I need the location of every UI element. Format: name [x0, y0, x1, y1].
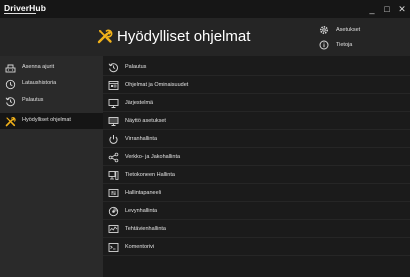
- list-item-control-panel[interactable]: Hallintapaneeli: [103, 184, 410, 202]
- close-button[interactable]: ✕: [396, 3, 408, 15]
- minimize-button[interactable]: _: [366, 3, 378, 15]
- list-item-restore[interactable]: Palautus: [103, 58, 410, 76]
- control-panel-icon: [107, 187, 119, 199]
- system-monitor-icon: [107, 97, 119, 109]
- list-item-label: Levynhallinta: [125, 208, 158, 214]
- list-item-network-sharing[interactable]: Verkko- ja Jakohallinta: [103, 148, 410, 166]
- sidebar-item-label: Lataushistoria: [22, 80, 57, 86]
- list-item-computer-management[interactable]: Tietokoneen Hallinta: [103, 166, 410, 184]
- page-title: Hyödylliset ohjelmat: [117, 28, 251, 45]
- sidebar-item-download-history[interactable]: Lataushistoria: [0, 76, 103, 92]
- task-manager-icon: [107, 223, 119, 235]
- install-drivers-icon: [4, 62, 16, 74]
- tools-icon: [97, 28, 113, 44]
- sidebar: Asenna ajurit Lataushistoria Palautus Hy…: [0, 56, 103, 277]
- header: Hyödylliset ohjelmat Asetukset Tietoja: [0, 18, 410, 56]
- list-item-label: Virranhallinta: [125, 136, 158, 142]
- list-item-label: Ohjelmat ja Ominaisuudet: [125, 82, 189, 88]
- sidebar-item-label: Palautus: [22, 97, 44, 103]
- network-icon: [107, 151, 119, 163]
- maximize-button[interactable]: □: [381, 3, 393, 15]
- power-icon: [107, 133, 119, 145]
- list-item-command-prompt[interactable]: Komentorivi: [103, 238, 410, 256]
- disk-icon: [107, 205, 119, 217]
- computer-management-icon: [107, 169, 119, 181]
- list-item-disk-management[interactable]: Levynhallinta: [103, 202, 410, 220]
- sidebar-item-label: Hyödylliset ohjelmat: [22, 117, 71, 123]
- command-prompt-icon: [107, 241, 119, 253]
- display-icon: [107, 115, 119, 127]
- list-item-system[interactable]: Järjestelmä: [103, 94, 410, 112]
- list-item-display-settings[interactable]: Näyttö asetukset: [103, 112, 410, 130]
- utilities-list: Palautus Ohjelmat ja Ominaisuudet Järjes…: [103, 56, 410, 277]
- list-item-label: Järjestelmä: [125, 100, 154, 106]
- title-bar: DriverHub _ □ ✕: [0, 0, 410, 18]
- info-icon: [318, 40, 329, 51]
- list-item-label: Hallintapaneeli: [125, 190, 162, 196]
- list-item-label: Näyttö asetukset: [125, 118, 166, 124]
- logo-underline: [4, 13, 36, 14]
- restore-icon: [4, 95, 16, 107]
- settings-menu-item[interactable]: Asetukset: [318, 23, 360, 37]
- app-logo: DriverHub: [4, 3, 46, 13]
- gear-icon: [318, 25, 329, 36]
- restore-icon: [107, 61, 119, 73]
- list-item-label: Verkko- ja Jakohallinta: [125, 154, 181, 160]
- sidebar-item-useful-programs[interactable]: Hyödylliset ohjelmat: [0, 113, 103, 129]
- list-item-power-management[interactable]: Virranhallinta: [103, 130, 410, 148]
- programs-icon: [107, 79, 119, 91]
- list-item-label: Palautus: [125, 64, 147, 70]
- tools-icon: [4, 115, 16, 127]
- settings-label: Asetukset: [336, 27, 361, 33]
- about-label: Tietoja: [336, 42, 353, 48]
- list-item-label: Komentorivi: [125, 244, 155, 250]
- sidebar-item-install-drivers[interactable]: Asenna ajurit: [0, 60, 103, 76]
- sidebar-item-label: Asenna ajurit: [22, 64, 55, 70]
- about-menu-item[interactable]: Tietoja: [318, 38, 352, 52]
- list-item-label: Tietokoneen Hallinta: [125, 172, 175, 178]
- history-clock-icon: [4, 78, 16, 90]
- sidebar-item-restore[interactable]: Palautus: [0, 93, 103, 109]
- list-item-programs-features[interactable]: Ohjelmat ja Ominaisuudet: [103, 76, 410, 94]
- list-item-task-manager[interactable]: Tehtävienhallinta: [103, 220, 410, 238]
- list-item-label: Tehtävienhallinta: [125, 226, 166, 232]
